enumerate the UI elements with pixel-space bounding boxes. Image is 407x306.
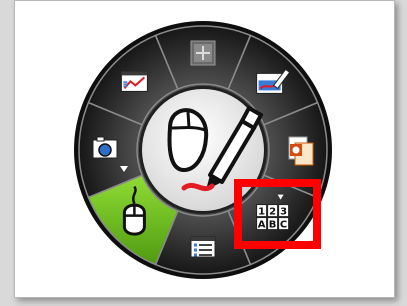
screenshot: 123 ABC bbox=[0, 0, 407, 306]
svg-text:A: A bbox=[258, 220, 266, 231]
mouse-and-pen-center-button[interactable] bbox=[139, 86, 267, 214]
chart-window-icon bbox=[120, 70, 148, 92]
svg-text:C: C bbox=[280, 220, 287, 231]
svg-text:3: 3 bbox=[280, 207, 287, 218]
svg-text:2: 2 bbox=[269, 207, 276, 218]
crosshair-icon bbox=[190, 40, 216, 66]
radial-menu: 1 2 3 A B C bbox=[74, 21, 332, 279]
list-window-icon bbox=[190, 236, 216, 258]
svg-text:B: B bbox=[269, 220, 277, 231]
svg-text:1: 1 bbox=[258, 207, 265, 218]
